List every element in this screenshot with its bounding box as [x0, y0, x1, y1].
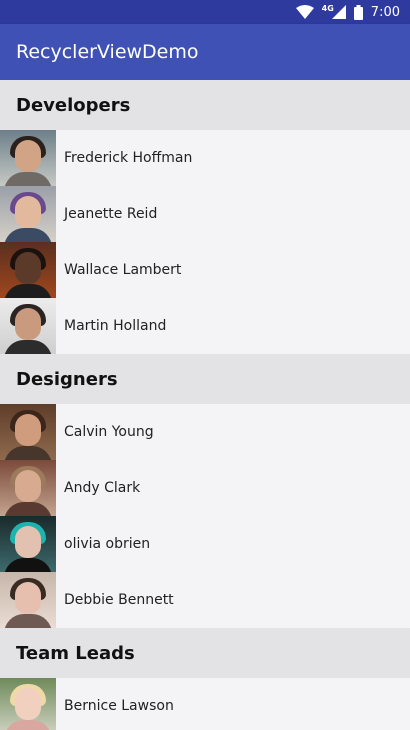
person-name: Martin Holland — [64, 318, 167, 334]
avatar — [0, 130, 56, 186]
list-item[interactable]: Jeanette Reid — [0, 186, 410, 242]
list-item[interactable]: olivia obrien — [0, 516, 410, 572]
section-header-developers: Developers — [0, 80, 410, 130]
wifi-icon — [295, 5, 314, 19]
avatar — [0, 242, 56, 298]
network-type-label: 4G — [321, 3, 334, 13]
avatar — [0, 678, 56, 730]
list-item[interactable]: Bernice Lawson — [0, 678, 410, 730]
person-name: Andy Clark — [64, 480, 141, 496]
person-name: Calvin Young — [64, 424, 154, 440]
list-item[interactable]: Martin Holland — [0, 298, 410, 354]
cell-signal-icon: 4G — [321, 3, 346, 19]
list-item[interactable]: Andy Clark — [0, 460, 410, 516]
person-name: olivia obrien — [64, 536, 151, 552]
section-header-team-leads: Team Leads — [0, 628, 410, 678]
battery-icon — [353, 4, 363, 20]
avatar — [0, 186, 56, 242]
avatar — [0, 404, 56, 460]
avatar — [0, 572, 56, 628]
app-title: RecyclerViewDemo — [16, 41, 199, 63]
list-item[interactable]: Wallace Lambert — [0, 242, 410, 298]
avatar — [0, 298, 56, 354]
person-name: Debbie Bennett — [64, 592, 174, 608]
person-name: Jeanette Reid — [64, 206, 158, 222]
clock: 7:00 — [370, 4, 400, 20]
people-list[interactable]: Developers Frederick Hoffman Jeanette Re… — [0, 80, 410, 730]
status-bar: 4G 7:00 — [0, 0, 410, 24]
section-header-designers: Designers — [0, 354, 410, 404]
avatar — [0, 460, 56, 516]
app-bar: RecyclerViewDemo — [0, 24, 410, 80]
list-item[interactable]: Debbie Bennett — [0, 572, 410, 628]
person-name: Frederick Hoffman — [64, 150, 193, 166]
list-item[interactable]: Frederick Hoffman — [0, 130, 410, 186]
person-name: Wallace Lambert — [64, 262, 182, 278]
avatar — [0, 516, 56, 572]
person-name: Bernice Lawson — [64, 698, 174, 714]
list-item[interactable]: Calvin Young — [0, 404, 410, 460]
